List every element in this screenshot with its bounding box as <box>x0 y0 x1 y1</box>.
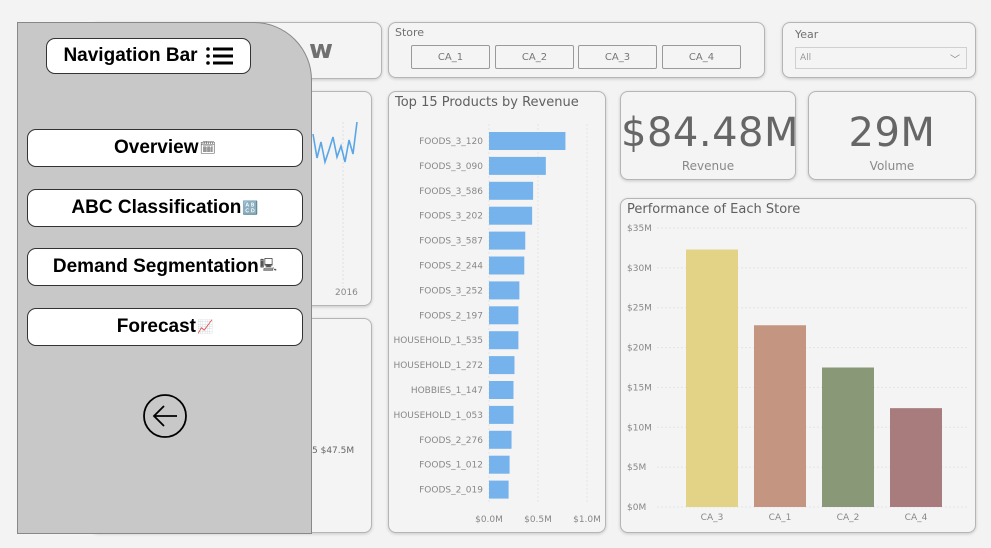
nav-forecast-button[interactable]: Forecast 📈 <box>27 308 303 346</box>
product-category-label: FOODS_3_090 <box>419 162 483 172</box>
product-bar[interactable] <box>489 156 546 175</box>
store-category-label: CA_4 <box>905 513 928 523</box>
product-category-label: FOODS_3_586 <box>419 187 483 197</box>
nav-demand-label: Demand Segmentation <box>52 256 259 277</box>
product-bar[interactable] <box>489 331 519 350</box>
year-dropdown[interactable]: All ﹀ <box>795 47 967 69</box>
nav-abc-classification-button[interactable]: ABC Classification 🔠 <box>27 189 303 227</box>
product-category-label: FOODS_2_019 <box>419 486 483 496</box>
volume-value: 29M <box>848 110 936 156</box>
product-bar[interactable] <box>489 181 534 200</box>
product-category-label: FOODS_2_244 <box>419 262 483 272</box>
store-option-ca3[interactable]: CA_3 <box>578 45 657 69</box>
volume-kpi-card: 29M Volume <box>808 91 976 180</box>
product-bar[interactable] <box>489 430 512 449</box>
store-bar[interactable] <box>754 325 806 507</box>
product-category-label: HOUSEHOLD_1_053 <box>393 411 483 421</box>
store-y-tick: $10M <box>627 423 652 433</box>
partial-data-label: 5 $47.5M <box>312 446 355 456</box>
store-bar[interactable] <box>822 367 874 508</box>
hamburger-menu-icon <box>205 47 233 65</box>
product-category-label: FOODS_3_202 <box>419 212 483 222</box>
back-arrow-icon[interactable] <box>142 393 188 439</box>
product-category-label: HOUSEHOLD_1_535 <box>393 336 483 346</box>
product-bar[interactable] <box>489 306 519 325</box>
product-bar[interactable] <box>489 356 515 375</box>
year-dropdown-value: All <box>800 53 812 63</box>
store-option-ca4[interactable]: CA_4 <box>662 45 741 69</box>
product-category-label: FOODS_2_197 <box>419 311 483 321</box>
product-x-tick: $0.5M <box>524 515 552 525</box>
product-category-label: FOODS_2_276 <box>419 436 483 446</box>
product-bar[interactable] <box>489 455 510 474</box>
store-bar[interactable] <box>686 249 738 507</box>
product-x-tick: $1.0M <box>573 515 601 525</box>
product-bar[interactable] <box>489 405 514 424</box>
top-products-card: Top 15 Products by Revenue $0.0M $0.5M $1.… <box>388 91 606 533</box>
nav-demand-segmentation-button[interactable]: Demand Segmentation 🖳 <box>27 248 303 286</box>
nav-abc-label: ABC Classification <box>71 197 242 218</box>
year-slicer-title: Year <box>795 28 819 41</box>
computer-icon: 🖳 <box>259 257 278 272</box>
trend-x-tick: 2016 <box>335 288 358 298</box>
abc-letters-icon: 🔠 <box>242 200 259 215</box>
product-category-label: FOODS_3_587 <box>419 237 483 247</box>
store-category-label: CA_1 <box>769 513 792 523</box>
product-category-label: FOODS_3_120 <box>419 137 483 147</box>
store-y-tick: $5M <box>627 463 646 473</box>
top-products-chart: $0.0M $0.5M $1.0M FOODS_3_120 FOODS_3_090 FOO… <box>393 124 601 525</box>
revenue-label: Revenue <box>681 159 735 173</box>
chevron-down-icon: ﹀ <box>950 55 960 66</box>
product-category-label: FOODS_3_252 <box>419 286 483 296</box>
product-category-label: HOUSEHOLD_1_272 <box>393 361 483 371</box>
store-option-ca2[interactable]: CA_2 <box>495 45 574 69</box>
store-y-tick: $15M <box>627 383 652 393</box>
store-performance-card: Performance of Each Store $0M $5M $10M $15M… <box>620 198 976 533</box>
product-bar[interactable] <box>489 281 520 300</box>
store-performance-title: Performance of Each Store <box>627 202 801 217</box>
volume-label: Volume <box>869 159 915 173</box>
store-slicer: Store CA_1 CA_2 CA_3 CA_4 <box>388 22 765 78</box>
store-category-label: CA_3 <box>701 513 724 523</box>
store-y-tick: $0M <box>627 503 646 513</box>
store-y-tick: $25M <box>627 304 652 314</box>
product-category-label: HOBBIES_1_147 <box>411 386 483 396</box>
navigation-panel: Navigation Bar Overview 🗓 ABC Classifica… <box>17 22 312 534</box>
store-bar[interactable] <box>890 408 942 507</box>
product-bar[interactable] <box>489 256 525 275</box>
store-y-tick: $20M <box>627 344 652 354</box>
product-bar[interactable] <box>489 381 514 399</box>
store-category-label: CA_2 <box>837 513 860 523</box>
store-option-ca1[interactable]: CA_1 <box>411 45 490 69</box>
navigation-title: Navigation Bar <box>63 45 198 66</box>
nav-overview-button[interactable]: Overview 🗓 <box>27 129 303 167</box>
product-bar[interactable] <box>489 206 533 225</box>
calendar-icon: 🗓 <box>199 140 216 155</box>
store-slicer-title: Store <box>395 26 425 39</box>
store-y-tick: $30M <box>627 264 652 274</box>
product-x-tick: $0.0M <box>475 515 503 525</box>
product-bar[interactable] <box>489 132 566 150</box>
product-bar[interactable] <box>489 231 526 250</box>
trend-line <box>312 121 358 166</box>
year-slicer: Year All ﹀ <box>782 22 976 78</box>
revenue-kpi-card: $84.48M Revenue <box>620 91 796 180</box>
store-y-tick: $35M <box>627 224 652 234</box>
page-title: w <box>308 35 333 65</box>
store-performance-chart: $0M $5M $10M $15M $20M $25M $30M $35M CA_3 CA_1 CA… <box>627 224 969 523</box>
product-category-label: FOODS_1_012 <box>419 461 483 471</box>
navigation-header: Navigation Bar <box>46 38 251 74</box>
nav-forecast-label: Forecast <box>116 316 196 337</box>
product-bar[interactable] <box>489 480 509 499</box>
chart-increasing-icon: 📈 <box>197 319 214 334</box>
revenue-value: $84.48M <box>621 110 796 156</box>
top-products-title: Top 15 Products by Revenue <box>395 95 579 110</box>
nav-overview-label: Overview <box>113 137 199 158</box>
